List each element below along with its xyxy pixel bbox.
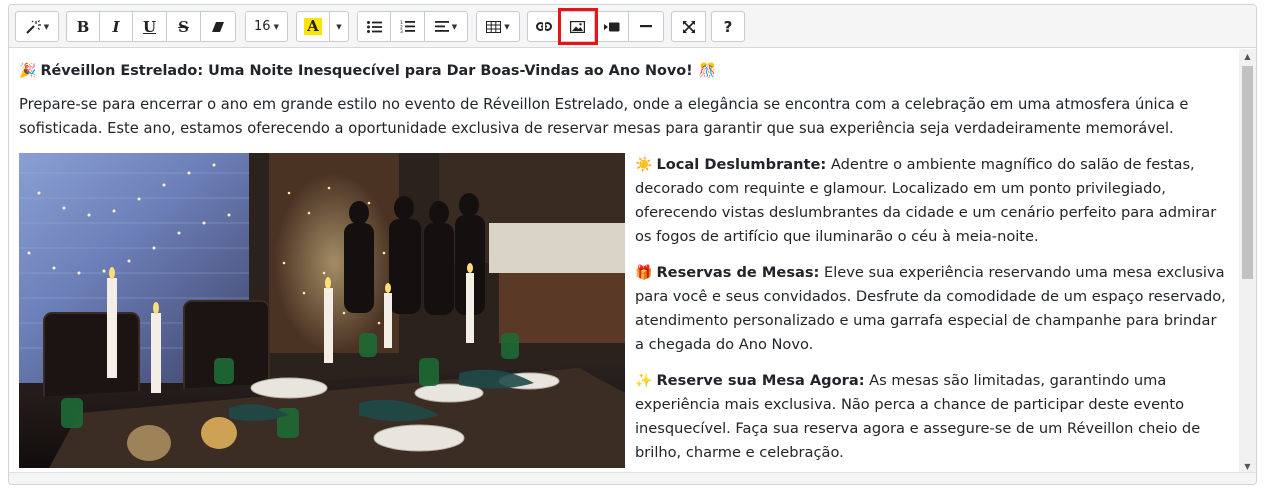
picture-icon (570, 20, 585, 33)
scrollbar-thumb[interactable] (1242, 66, 1253, 279)
minus-icon (640, 25, 652, 28)
intro-paragraph: Prepare-se para encerrar o ano em grande… (19, 96, 1189, 137)
svg-text:3: 3 (400, 29, 403, 33)
italic-button[interactable]: I (100, 11, 133, 42)
align-left-icon (434, 21, 449, 32)
editor-content-area[interactable]: 🎉 Réveillon Estrelado: Uma Noite Inesque… (9, 49, 1239, 474)
feature-title: Local Deslumbrante: (656, 156, 827, 173)
insert-video-button[interactable] (595, 11, 629, 42)
highlight-color-dropdown[interactable]: ▼ (330, 11, 349, 42)
font-size-dropdown[interactable]: 16 ▼ (245, 11, 288, 42)
chevron-down-icon: ▼ (273, 22, 279, 31)
unordered-list-button[interactable] (357, 11, 391, 42)
help-button[interactable]: ? (711, 11, 745, 42)
magic-wand-icon (25, 19, 41, 34)
feature-item: ☀️ Local Deslumbrante: Adentre o ambiente… (635, 153, 1229, 249)
rich-text-editor: ▼ B I U S 16 ▼ A ▼ 1 2 3 ▼ ▼ ? 🎉 Réveill… (8, 4, 1257, 485)
sun-icon: ☀️ (635, 157, 653, 173)
resize-bar[interactable] (9, 472, 1256, 484)
chevron-down-icon: ▼ (504, 22, 510, 31)
style-dropdown-button[interactable]: ▼ (15, 11, 59, 42)
party-popper-icon: 🎉 (19, 63, 37, 79)
scroll-up-arrow-icon[interactable]: ▲ (1239, 49, 1256, 64)
link-icon (536, 22, 552, 31)
fullscreen-button[interactable] (671, 11, 706, 42)
insert-table-button[interactable]: ▼ (476, 11, 520, 42)
post-heading: 🎉 Réveillon Estrelado: Uma Noite Inesque… (19, 61, 1229, 81)
feature-title: Reserve sua Mesa Agora: (656, 372, 865, 389)
party-table-image (19, 153, 625, 468)
content-row: ☀️ Local Deslumbrante: Adentre o ambiente… (19, 153, 1229, 474)
insert-image-button[interactable] (558, 8, 598, 45)
gift-icon: 🎁 (635, 265, 653, 281)
horizontal-rule-button[interactable] (629, 11, 664, 42)
feature-title: Reservas de Mesas: (656, 264, 820, 281)
feature-item: ✨ Reserve sua Mesa Agora: As mesas são li… (635, 369, 1229, 465)
highlight-color-button[interactable]: A (296, 11, 330, 42)
ordered-list-button[interactable]: 123 (391, 11, 425, 42)
chevron-down-icon: ▼ (336, 22, 342, 31)
features-column: ☀️ Local Deslumbrante: Adentre o ambiente… (635, 153, 1229, 474)
chevron-down-icon: ▼ (43, 22, 50, 31)
event-photo[interactable] (19, 153, 625, 468)
heading-text: Réveillon Estrelado: Uma Noite Inesquecí… (40, 63, 693, 79)
strikethrough-button[interactable]: S (167, 11, 201, 42)
vertical-scrollbar[interactable]: ▲ ▼ (1239, 49, 1256, 474)
font-size-value: 16 (254, 19, 271, 34)
eraser-icon (211, 21, 225, 33)
video-icon (603, 22, 620, 32)
numbered-list-icon: 123 (400, 20, 415, 33)
underline-button[interactable]: U (133, 11, 167, 42)
editor-toolbar: ▼ B I U S 16 ▼ A ▼ 1 2 3 ▼ ▼ ? (9, 5, 1256, 48)
confetti-ball-icon: 🎊 (698, 63, 717, 79)
clear-format-button[interactable] (201, 11, 236, 42)
feature-item: 🎁 Reservas de Mesas: Eleve sua experiênci… (635, 261, 1229, 357)
expand-icon (682, 20, 695, 33)
paragraph-align-dropdown[interactable]: ▼ (425, 11, 468, 42)
insert-link-button[interactable] (527, 11, 561, 42)
highlight-letter: A (304, 18, 322, 35)
bullet-list-icon (366, 20, 382, 33)
table-icon (486, 20, 502, 33)
sparkles-icon: ✨ (635, 373, 653, 389)
bold-button[interactable]: B (66, 11, 100, 42)
chevron-down-icon: ▼ (451, 22, 458, 31)
